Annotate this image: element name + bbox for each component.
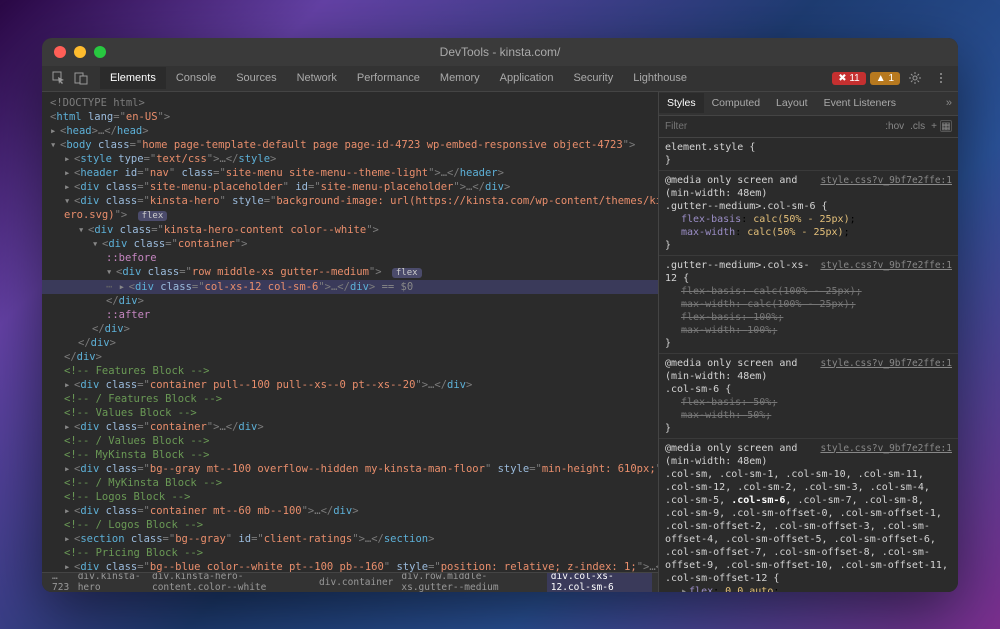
dom-node[interactable]: ▾<div class="kinsta-hero-content color--…	[42, 223, 658, 237]
dom-node[interactable]: <!DOCTYPE html>	[42, 96, 658, 110]
dom-node[interactable]: ::after	[42, 308, 658, 322]
dom-node[interactable]: ▾<body class="home page-template-default…	[42, 138, 658, 152]
breadcrumb-item[interactable]: div.kinsta-hero	[74, 572, 148, 592]
gear-icon[interactable]	[904, 67, 926, 89]
window-title: DevTools - kinsta.com/	[440, 45, 561, 59]
breadcrumb-item[interactable]: div.container	[315, 577, 397, 588]
styles-filter-row: :hov.cls+ ▦	[659, 116, 958, 138]
more-menu-icon[interactable]	[930, 67, 952, 89]
dom-node[interactable]: ⋯ ▸<div class="col-xs-12 col-sm-6">…</di…	[42, 280, 658, 294]
new-style-rule-icon[interactable]: ▦	[940, 120, 952, 132]
error-count-badge[interactable]: ✖ 11	[832, 72, 866, 85]
styles-panel: StylesComputedLayoutEvent Listeners » :ho…	[658, 92, 958, 592]
devtools-window: DevTools - kinsta.com/ ElementsConsoleSo…	[42, 38, 958, 592]
styles-rules[interactable]: element.style {}style.css?v_9bf7e2ffe:1@…	[659, 138, 958, 592]
traffic-lights	[54, 46, 106, 58]
dom-node[interactable]: ▸<div class="container pull--100 pull--x…	[42, 378, 658, 392]
dom-node[interactable]: <!-- / Logos Block -->	[42, 518, 658, 532]
dom-node[interactable]: </div>	[42, 350, 658, 364]
dom-node[interactable]: </div>	[42, 294, 658, 308]
tab-security[interactable]: Security	[563, 67, 623, 89]
styles-tab-event-listeners[interactable]: Event Listeners	[816, 93, 904, 113]
tab-performance[interactable]: Performance	[347, 67, 430, 89]
tab-elements[interactable]: Elements	[100, 67, 166, 89]
main-toolbar: ElementsConsoleSourcesNetworkPerformance…	[42, 66, 958, 92]
dom-node[interactable]: ▾<div class="row middle-xs gutter--mediu…	[42, 265, 658, 280]
breadcrumb-item[interactable]: div.kinsta-hero-content.color--white	[148, 572, 315, 592]
main-tabs: ElementsConsoleSourcesNetworkPerformance…	[100, 67, 697, 89]
main-content: <!DOCTYPE html><html lang="en-US">▸<head…	[42, 92, 958, 592]
css-rule[interactable]: style.css?v_9bf7e2ffe:1@media only scree…	[659, 354, 958, 439]
tab-lighthouse[interactable]: Lighthouse	[623, 67, 697, 89]
breadcrumb-item[interactable]: div.row.middle-xs.gutter--medium	[397, 572, 546, 592]
styles-tab-layout[interactable]: Layout	[768, 93, 816, 113]
dom-node[interactable]: </div>	[42, 336, 658, 350]
tab-sources[interactable]: Sources	[226, 67, 286, 89]
error-count: 11	[849, 73, 859, 84]
css-rule[interactable]: element.style {}	[659, 138, 958, 171]
tab-application[interactable]: Application	[490, 67, 564, 89]
filter-btn-[interactable]: +	[928, 121, 940, 132]
dom-node[interactable]: ▸<div class="bg--blue color--white pt--1…	[42, 560, 658, 572]
dom-node[interactable]: ▸<header id="nav" class="site-menu site-…	[42, 166, 658, 180]
source-link[interactable]: style.css?v_9bf7e2ffe:1	[820, 442, 952, 455]
tab-console[interactable]: Console	[166, 67, 226, 89]
dom-node[interactable]: </div>	[42, 322, 658, 336]
css-rule[interactable]: style.css?v_9bf7e2ffe:1.gutter--medium>.…	[659, 256, 958, 354]
tab-network[interactable]: Network	[287, 67, 347, 89]
elements-panel: <!DOCTYPE html><html lang="en-US">▸<head…	[42, 92, 658, 592]
device-toggle-icon[interactable]	[70, 67, 92, 89]
styles-tab-computed[interactable]: Computed	[704, 93, 768, 113]
filter-btn-hov[interactable]: :hov	[882, 121, 907, 132]
dom-node[interactable]: <!-- MyKinsta Block -->	[42, 448, 658, 462]
dom-node[interactable]: ▸<div class="site-menu-placeholder" id="…	[42, 180, 658, 194]
dom-breadcrumb: …723div.kinsta-herodiv.kinsta-hero-conte…	[42, 572, 658, 592]
tab-memory[interactable]: Memory	[430, 67, 490, 89]
dom-node[interactable]: ▾<div class="kinsta-hero" style="backgro…	[42, 194, 658, 208]
dom-node[interactable]: ▸<div class="container">…</div>	[42, 420, 658, 434]
minimize-window-button[interactable]	[74, 46, 86, 58]
maximize-window-button[interactable]	[94, 46, 106, 58]
breadcrumb-item[interactable]: …723	[48, 572, 74, 592]
inspect-element-icon[interactable]	[48, 67, 70, 89]
styles-tabs: StylesComputedLayoutEvent Listeners »	[659, 92, 958, 116]
dom-node[interactable]: ▸<div class="container mt--60 mb--100">……	[42, 504, 658, 518]
filter-btn-cls[interactable]: .cls	[907, 121, 928, 132]
dom-node[interactable]: <!-- Values Block -->	[42, 406, 658, 420]
breadcrumb-item[interactable]: div.col-xs-12.col-sm-6	[547, 572, 652, 592]
dom-node[interactable]: <!-- / Features Block -->	[42, 392, 658, 406]
dom-node[interactable]: <!-- Pricing Block -->	[42, 546, 658, 560]
source-link[interactable]: style.css?v_9bf7e2ffe:1	[820, 174, 952, 187]
dom-node[interactable]: ▸<section class="bg--gray" id="client-ra…	[42, 532, 658, 546]
dom-node[interactable]: ▸<head>…</head>	[42, 124, 658, 138]
dom-node[interactable]: <!-- / MyKinsta Block -->	[42, 476, 658, 490]
warning-count: 1	[888, 73, 894, 84]
dom-node[interactable]: ero.svg)"> flex	[42, 208, 658, 223]
more-styles-tabs-icon[interactable]: »	[940, 97, 958, 109]
warning-count-badge[interactable]: ▲ 1	[870, 72, 900, 85]
dom-node[interactable]: <!-- Features Block -->	[42, 364, 658, 378]
dom-node[interactable]: ▾<div class="container">	[42, 237, 658, 251]
dom-node[interactable]: ▸<div class="bg--gray mt--100 overflow--…	[42, 462, 658, 476]
source-link[interactable]: style.css?v_9bf7e2ffe:1	[820, 357, 952, 370]
dom-node[interactable]: ▸<style type="text/css">…</style>	[42, 152, 658, 166]
dom-node[interactable]: ::before	[42, 251, 658, 265]
dom-tree[interactable]: <!DOCTYPE html><html lang="en-US">▸<head…	[42, 92, 658, 572]
close-window-button[interactable]	[54, 46, 66, 58]
dom-node[interactable]: <html lang="en-US">	[42, 110, 658, 124]
styles-tab-styles[interactable]: Styles	[659, 93, 704, 113]
titlebar: DevTools - kinsta.com/	[42, 38, 958, 66]
source-link[interactable]: style.css?v_9bf7e2ffe:1	[820, 259, 952, 272]
dom-node[interactable]: <!-- Logos Block -->	[42, 490, 658, 504]
css-rule[interactable]: style.css?v_9bf7e2ffe:1@media only scree…	[659, 171, 958, 256]
styles-filter-input[interactable]	[665, 121, 882, 132]
dom-node[interactable]: <!-- / Values Block -->	[42, 434, 658, 448]
css-rule[interactable]: style.css?v_9bf7e2ffe:1@media only scree…	[659, 439, 958, 592]
